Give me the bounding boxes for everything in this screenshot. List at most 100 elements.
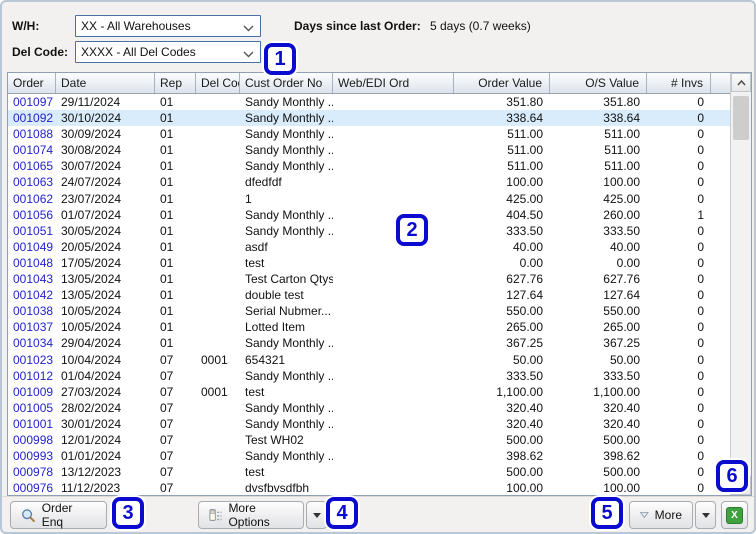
cell-num-invs: 0 bbox=[697, 352, 704, 367]
cell-order[interactable]: 001037 bbox=[8, 319, 56, 335]
warehouse-select[interactable]: XX - All Warehouses bbox=[75, 15, 261, 37]
order-list-window: W/H: XX - All Warehouses Del Code: XXXX … bbox=[0, 0, 756, 534]
cell-order[interactable]: 001092 bbox=[8, 110, 56, 126]
scroll-up-icon bbox=[737, 79, 746, 85]
table-row[interactable]: 001088 30/09/2024 01 Sandy Monthly ... 5… bbox=[8, 126, 731, 143]
cell-num-invs: 0 bbox=[697, 95, 704, 109]
table-row[interactable]: 000998 12/01/2024 07 Test WH02 500.00 50… bbox=[8, 431, 731, 449]
cell-order[interactable]: 001062 bbox=[8, 191, 56, 207]
table-row[interactable]: 001065 30/07/2024 01 Sandy Monthly ... 5… bbox=[8, 158, 731, 175]
table-row[interactable]: 001001 30/01/2024 07 Sandy Monthly ... 3… bbox=[8, 415, 731, 432]
cell-cust-order-no: Sandy Monthly ... bbox=[245, 336, 333, 351]
cell-order-value: 0.00 bbox=[519, 255, 543, 270]
more-options-button[interactable]: More Options bbox=[198, 501, 304, 529]
days-since-last-order-value: 5 days (0.7 weeks) bbox=[430, 19, 531, 33]
table-row[interactable]: 001037 10/05/2024 01 Lotted Item 265.00 … bbox=[8, 319, 731, 336]
table-row[interactable]: 001063 24/07/2024 01 dfedfdf 100.00 100.… bbox=[8, 174, 731, 191]
cell-order[interactable]: 000978 bbox=[8, 464, 56, 480]
cell-order[interactable]: 001056 bbox=[8, 207, 56, 223]
scrollbar-thumb[interactable] bbox=[733, 96, 750, 140]
cell-order[interactable]: 001001 bbox=[8, 416, 56, 432]
cell-order[interactable]: 000993 bbox=[8, 448, 56, 464]
cell-order-value: 627.76 bbox=[506, 272, 543, 287]
cell-order-value: 500.00 bbox=[506, 432, 543, 447]
cell-order[interactable]: 001063 bbox=[8, 174, 56, 190]
cell-order[interactable]: 000998 bbox=[8, 432, 56, 448]
table-row[interactable]: 001062 23/07/2024 01 1 425.00 425.00 0 bbox=[8, 190, 731, 207]
cell-order-value: 404.50 bbox=[506, 207, 543, 222]
table-row[interactable]: 001043 13/05/2024 01 Test Carton Qtys 62… bbox=[8, 271, 731, 288]
cell-filler bbox=[711, 110, 730, 126]
table-row[interactable]: 000978 13/12/2023 07 test 500.00 500.00 … bbox=[8, 464, 731, 481]
more-button[interactable]: More bbox=[629, 501, 693, 529]
cell-order[interactable]: 001088 bbox=[8, 126, 56, 142]
table-row[interactable]: 001092 30/10/2024 01 Sandy Monthly ... 3… bbox=[8, 110, 731, 127]
cell-filler bbox=[711, 142, 730, 158]
table-row[interactable]: 000976 11/12/2023 07 dvsfbvsdfbh 100.00 … bbox=[8, 480, 731, 495]
cell-os-value: 500.00 bbox=[603, 465, 640, 480]
cell-date: 30/10/2024 bbox=[61, 111, 122, 126]
column-header-num-invs[interactable]: # Invs bbox=[647, 73, 711, 93]
table-row[interactable]: 000993 01/01/2024 07 Sandy Monthly ... 3… bbox=[8, 448, 731, 465]
cell-del-code: 0001 bbox=[201, 352, 228, 367]
table-row[interactable]: 001056 01/07/2024 01 Sandy Monthly ... 4… bbox=[8, 206, 731, 223]
cell-num-invs: 0 bbox=[697, 304, 704, 319]
column-header-cust-order-no[interactable]: Cust Order No bbox=[240, 73, 333, 93]
table-row[interactable]: 001049 20/05/2024 01 asdf 40.00 40.00 0 bbox=[8, 238, 731, 255]
table-row[interactable]: 001042 13/05/2024 01 double test 127.64 … bbox=[8, 287, 731, 304]
column-header-order-value[interactable]: Order Value bbox=[454, 73, 550, 93]
cell-order[interactable]: 001065 bbox=[8, 158, 56, 174]
cell-order[interactable]: 001049 bbox=[8, 239, 56, 255]
table-row[interactable]: 001074 30/08/2024 01 Sandy Monthly ... 5… bbox=[8, 142, 731, 159]
column-header-order[interactable]: Order bbox=[8, 73, 56, 93]
cell-web-edi-ord bbox=[333, 207, 454, 223]
column-header-del-code[interactable]: Del Code bbox=[196, 73, 240, 93]
order-enq-button[interactable]: Order Enq bbox=[10, 501, 107, 529]
vertical-scrollbar[interactable] bbox=[730, 73, 752, 495]
more-options-dropdown-button[interactable] bbox=[306, 501, 327, 529]
cell-filler bbox=[711, 368, 730, 384]
more-dropdown-button[interactable] bbox=[695, 501, 716, 529]
cell-date: 29/04/2024 bbox=[61, 336, 122, 351]
cell-order-value: 320.40 bbox=[506, 416, 543, 431]
table-row[interactable]: 001005 28/02/2024 07 Sandy Monthly ... 3… bbox=[8, 399, 731, 416]
cell-num-invs: 0 bbox=[697, 368, 704, 383]
cell-order[interactable]: 001043 bbox=[8, 271, 56, 287]
cell-order[interactable]: 001034 bbox=[8, 335, 56, 351]
cell-cust-order-no: dvsfbvsdfbh bbox=[245, 481, 310, 495]
cell-filler bbox=[711, 432, 730, 448]
cell-order[interactable]: 001009 bbox=[8, 384, 56, 400]
column-header-os-value[interactable]: O/S Value bbox=[550, 73, 647, 93]
table-row[interactable]: 001038 10/05/2024 01 Serial Nubmer... 55… bbox=[8, 303, 731, 320]
cell-order[interactable]: 001074 bbox=[8, 142, 56, 158]
table-row[interactable]: 001048 17/05/2024 01 test 0.00 0.00 0 bbox=[8, 254, 731, 272]
del-code-select[interactable]: XXXX - All Del Codes bbox=[75, 41, 261, 63]
cell-web-edi-ord bbox=[333, 174, 454, 190]
cell-date: 30/01/2024 bbox=[61, 416, 122, 431]
export-to-excel-button[interactable]: X bbox=[721, 501, 748, 529]
cell-os-value: 338.64 bbox=[603, 111, 640, 126]
table-row[interactable]: 001034 29/04/2024 01 Sandy Monthly ... 3… bbox=[8, 335, 731, 352]
table-row[interactable]: 001012 01/04/2024 07 Sandy Monthly ... 3… bbox=[8, 367, 731, 384]
cell-order[interactable]: 001048 bbox=[8, 255, 56, 271]
column-header-rep[interactable]: Rep bbox=[155, 73, 196, 93]
cell-order[interactable]: 000976 bbox=[8, 480, 56, 495]
table-row[interactable]: 001051 30/05/2024 01 Sandy Monthly ... 3… bbox=[8, 222, 731, 239]
column-header-web-edi-ord[interactable]: Web/EDI Ord bbox=[333, 73, 454, 93]
cell-order[interactable]: 001005 bbox=[8, 400, 56, 416]
table-row[interactable]: 001097 29/11/2024 01 Sandy Monthly ... 3… bbox=[8, 94, 731, 111]
scroll-up-button[interactable] bbox=[731, 73, 752, 92]
cell-cust-order-no: Test WH02 bbox=[245, 432, 304, 447]
excel-export-icon: X bbox=[726, 506, 743, 524]
column-header-date[interactable]: Date bbox=[56, 73, 155, 93]
cell-order[interactable]: 001097 bbox=[8, 94, 56, 110]
table-row[interactable]: 001023 10/04/2024 07 0001 654321 50.00 5… bbox=[8, 351, 731, 368]
cell-order[interactable]: 001051 bbox=[8, 223, 56, 239]
cell-order[interactable]: 001023 bbox=[8, 352, 56, 368]
cell-order[interactable]: 001042 bbox=[8, 287, 56, 303]
table-row[interactable]: 001009 27/03/2024 07 0001 test 1,100.00 … bbox=[8, 383, 731, 400]
cell-os-value: 100.00 bbox=[603, 175, 640, 190]
cell-order[interactable]: 001012 bbox=[8, 368, 56, 384]
cell-order[interactable]: 001038 bbox=[8, 303, 56, 319]
cell-del-code bbox=[196, 287, 240, 303]
